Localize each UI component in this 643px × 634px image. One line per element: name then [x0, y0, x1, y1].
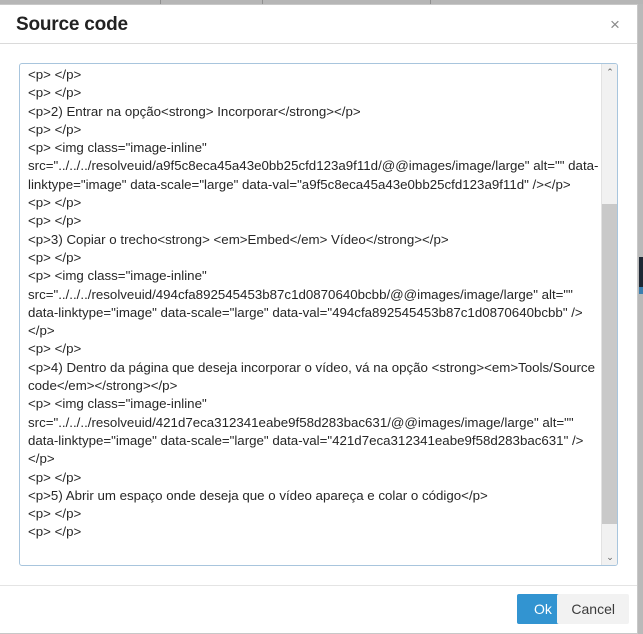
backdrop-accent-band	[639, 287, 643, 294]
dialog-footer: Ok Cancel	[0, 585, 637, 633]
close-icon[interactable]: ×	[606, 15, 624, 33]
source-code-editor[interactable]: " <p> </p> <p> </p> <p>2) Entrar na opçã…	[19, 63, 618, 566]
source-code-text[interactable]: <p> </p> <p> </p> <p>2) Entrar na opção<…	[28, 66, 603, 542]
page-title: Source code	[16, 14, 128, 36]
scroll-down-arrow-icon[interactable]: ⌄	[602, 549, 618, 565]
dialog-header: Source code ×	[0, 5, 637, 44]
source-code-dialog: Source code × " <p> </p> <p> </p> <p>2) …	[0, 4, 638, 634]
page-backdrop-sliver	[638, 4, 643, 634]
editor-scrollbar[interactable]: ⌃ ⌄	[601, 64, 617, 565]
cancel-button[interactable]: Cancel	[557, 594, 629, 624]
scroll-up-arrow-icon[interactable]: ⌃	[602, 64, 618, 80]
screen: Source code × " <p> </p> <p> </p> <p>2) …	[0, 0, 643, 634]
scrollbar-thumb[interactable]	[602, 204, 618, 524]
dialog-body: " <p> </p> <p> </p> <p>2) Entrar na opçã…	[0, 44, 637, 585]
backdrop-dark-band	[639, 257, 643, 287]
